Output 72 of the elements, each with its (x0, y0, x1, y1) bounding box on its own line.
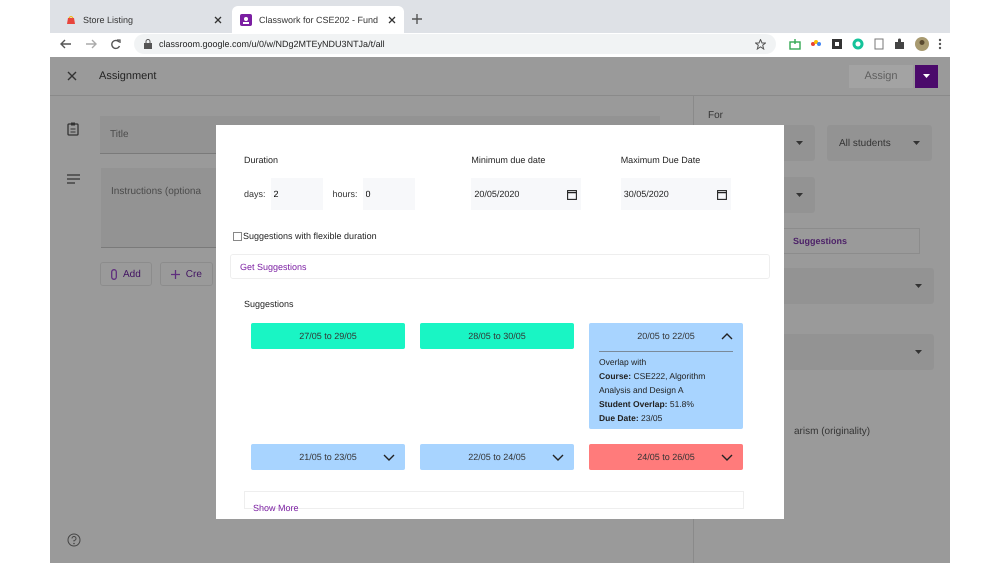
maximum-date-label: Maximum Due Date (620, 155, 702, 165)
date-range: 22/05 to 24/05 (468, 452, 526, 462)
get-suggestions-button[interactable]: Get Suggestions (230, 254, 770, 279)
chevron-down-icon[interactable] (721, 454, 733, 461)
tray-icon[interactable] (789, 38, 801, 50)
suggestion-card[interactable]: 20/05 to 22/05 Overlap with Course: CSE222, Algorithm Analysis and Design A Student Overlap: 51.8% Due Date: 23/05 (589, 323, 743, 429)
back-icon[interactable] (60, 39, 72, 49)
detail-text: Student Overlap: 51.8% (599, 398, 695, 411)
close-icon[interactable] (388, 16, 396, 24)
browser-tab[interactable]: Classwork for CSE202 - Fund (232, 6, 404, 33)
maximum-date-field[interactable]: 30/05/2020 (620, 178, 731, 210)
suggestion-card[interactable]: 28/05 to 30/05 (420, 323, 574, 349)
calendar-icon[interactable] (716, 188, 727, 200)
more-icon[interactable] (938, 38, 942, 50)
plagiarism-label: arism (originality) (794, 426, 872, 437)
for-label: For (708, 110, 724, 121)
new-tab-icon[interactable] (412, 14, 422, 24)
checkbox-label: Suggestions with flexible duration (243, 231, 377, 241)
address-bar[interactable]: classroom.google.com/u/0/w/NDg2MTEyNDU3NTJa/t/all (134, 34, 776, 54)
page-title: Assignment (99, 70, 158, 82)
reload-icon[interactable] (110, 38, 121, 50)
show-more-button[interactable]: Show More (253, 503, 299, 513)
chevron-down-icon[interactable] (552, 454, 564, 461)
dropdown-button[interactable] (915, 64, 938, 88)
lock-icon (144, 39, 152, 49)
detail-text: Course: CSE222, Algorithm Analysis and Design A (599, 370, 706, 397)
date-range: 24/05 to 26/05 (637, 452, 695, 462)
caret-icon (796, 193, 803, 197)
suggestion-card[interactable]: 22/05 to 24/05 (420, 444, 574, 470)
date-range: 28/05 to 30/05 (468, 331, 526, 341)
avatar-icon[interactable] (915, 37, 929, 51)
store-icon (66, 14, 76, 24)
plus-icon (170, 270, 180, 278)
puzzle-icon[interactable] (894, 38, 906, 50)
detail-text: Due Date: 23/05 (599, 412, 664, 425)
days-label: days: (244, 189, 266, 199)
minimum-date-field[interactable]: 20/05/2020 (471, 178, 582, 210)
hours-label: hours: (332, 189, 358, 199)
chevron-down-icon[interactable] (383, 454, 395, 461)
help-icon[interactable] (67, 533, 81, 547)
create-button[interactable]: Cre (160, 262, 213, 286)
paperclip-icon (111, 268, 117, 280)
days-field[interactable]: 2 (270, 178, 323, 210)
caret-icon (915, 350, 922, 354)
square-icon[interactable] (831, 38, 843, 50)
checkbox[interactable] (233, 232, 242, 240)
classroom-icon (240, 14, 252, 26)
date-range: 27/05 to 29/05 (299, 331, 357, 341)
clipboard-icon (67, 122, 79, 136)
duration-label: Duration (244, 155, 280, 165)
detail-text: Overlap with (599, 356, 648, 369)
date-range: 20/05 to 22/05 (637, 331, 695, 341)
suggestion-card[interactable]: 27/05 to 29/05 (251, 323, 405, 349)
caret-icon (913, 141, 920, 145)
chevron-up-icon[interactable] (721, 333, 733, 340)
page-icon[interactable] (873, 38, 885, 50)
caret-icon (915, 284, 922, 288)
suggestion-card[interactable]: 24/05 to 26/05 (589, 444, 743, 470)
caret-icon (796, 141, 803, 145)
suggestion-card[interactable]: 21/05 to 23/05 (251, 444, 405, 470)
close-icon[interactable] (214, 16, 222, 24)
star-icon[interactable] (755, 38, 766, 50)
hours-field[interactable]: 0 (362, 178, 415, 210)
add-button[interactable]: Add (100, 262, 152, 286)
students-dropdown[interactable]: All students (827, 125, 932, 161)
browser-tab[interactable]: Store Listing (58, 6, 230, 33)
date-range: 21/05 to 23/05 (299, 452, 357, 462)
minimum-date-label: Minimum due date (471, 155, 546, 165)
lines-icon (67, 174, 80, 184)
suggestions-heading: Suggestions (244, 299, 295, 309)
calendar-icon[interactable] (567, 188, 578, 200)
caret-icon (923, 74, 930, 78)
